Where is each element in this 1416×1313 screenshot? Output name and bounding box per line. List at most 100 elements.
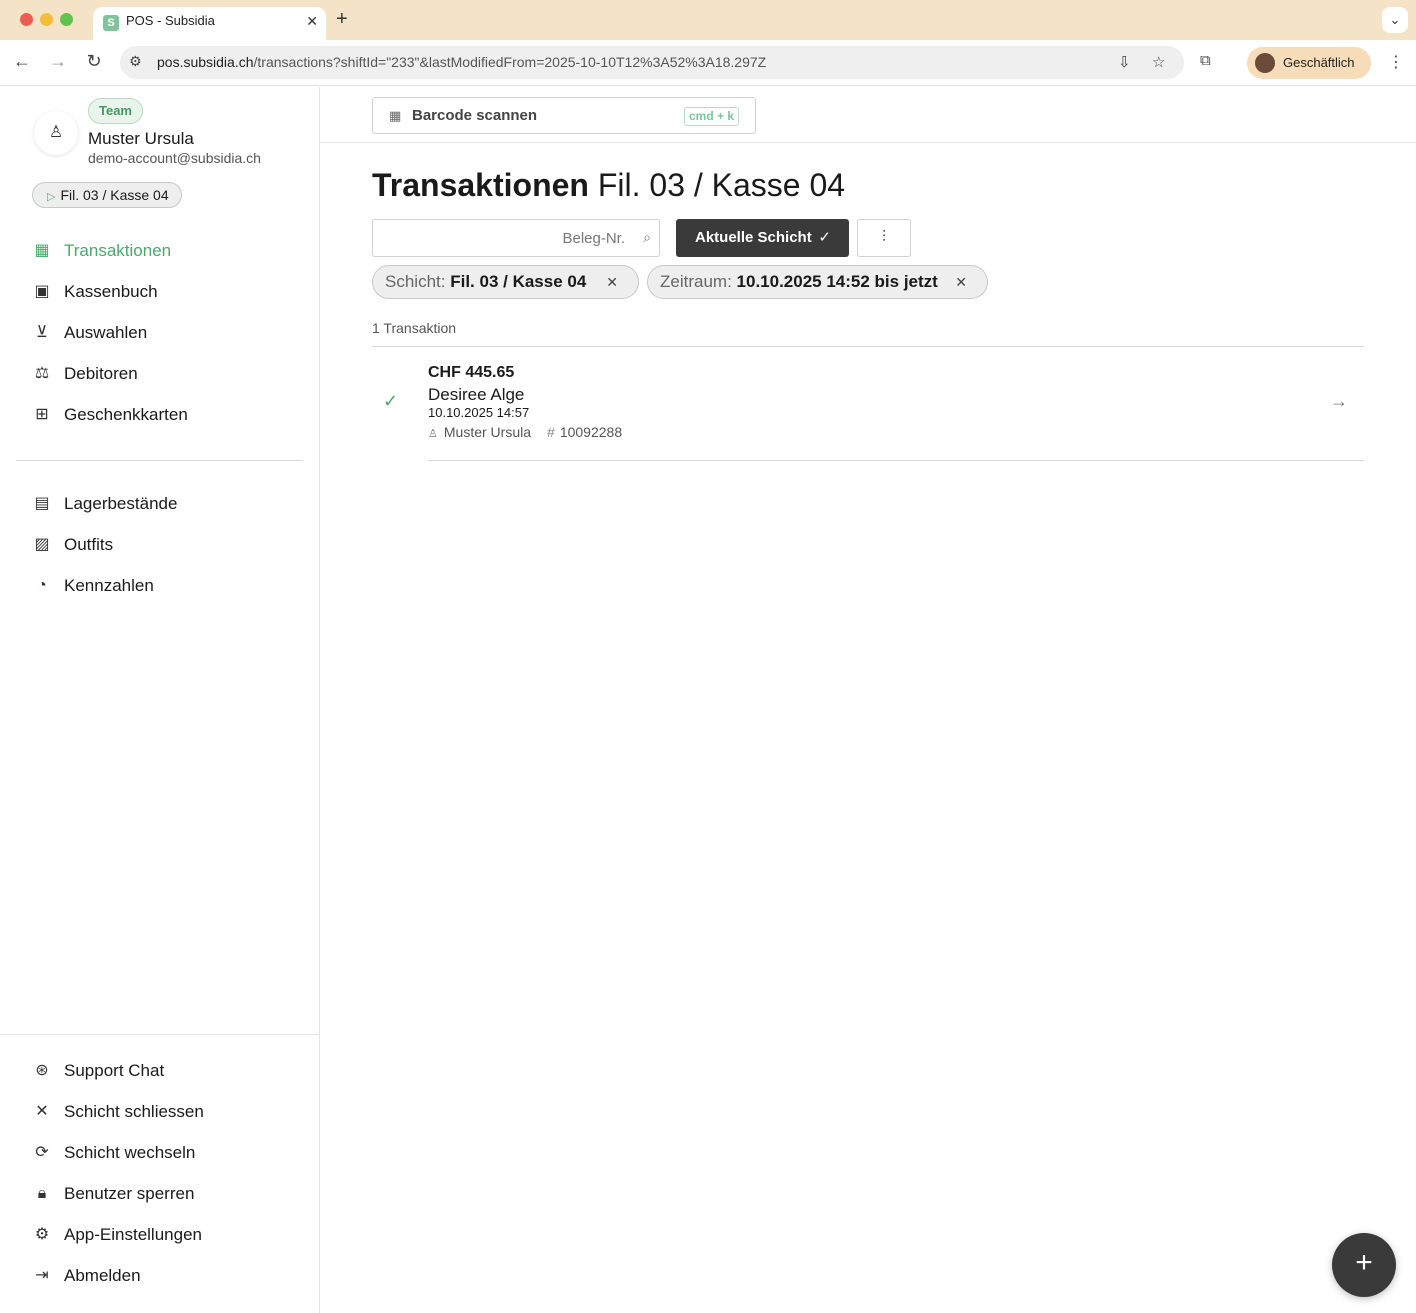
chip-key: Schicht: <box>385 272 446 291</box>
close-icon: ✕ <box>35 1103 49 1120</box>
minimize-window-button[interactable] <box>40 13 53 26</box>
refresh-icon: ⟳ <box>35 1144 49 1161</box>
filter-chip-shift: Schicht: Fil. 03 / Kasse 04 ✕ <box>372 265 639 299</box>
transaction-meta: ♙ Muster Ursula #10092288 <box>428 424 622 440</box>
sidebar-bottom-divider <box>0 1034 320 1035</box>
sidebar-item-label: Support Chat <box>64 1061 165 1080</box>
sidebar-item-kassenbuch[interactable]: ▣ Kassenbuch <box>0 273 320 314</box>
sidebar-item-label: Kassenbuch <box>64 282 158 301</box>
chip-key: Zeitraum: <box>660 272 732 291</box>
sidebar-item-label: Abmelden <box>64 1266 141 1285</box>
transaction-datetime: 10.10.2025 14:57 <box>428 405 530 420</box>
arrow-right-icon: → <box>1330 391 1348 411</box>
transaction-customer: Desiree Alge <box>428 385 525 404</box>
page-title: Transaktionen Fil. 03 / Kasse 04 <box>372 167 845 204</box>
browser-tab[interactable]: S POS - Subsidia ✕ <box>93 7 326 40</box>
sidebar-item-debitoren[interactable]: ⚖ Debitoren <box>0 355 320 396</box>
sidebar-item-kennzahlen[interactable]: ◔ Kennzahlen <box>0 567 320 608</box>
sidebar-item-benutzer-sperren[interactable]: 🔒︎ Benutzer sperren <box>0 1175 320 1216</box>
sidebar-item-geschenkkarten[interactable]: ⊞ Geschenkkarten <box>0 396 320 437</box>
sidebar-item-label: Lagerbestände <box>64 494 178 513</box>
row-divider <box>428 460 1364 461</box>
check-icon: ✓ <box>818 229 831 246</box>
forward-arrow-icon[interactable]: → <box>47 51 69 72</box>
completed-check-icon: ✓ <box>383 391 399 411</box>
tab-close-icon[interactable]: ✕ <box>306 13 318 30</box>
filter-settings-button[interactable]: ⫶ <box>857 219 911 257</box>
qr-code-icon: ▦ <box>389 108 402 123</box>
subsidia-favicon-icon: S <box>103 15 119 31</box>
user-icon: ♙ <box>48 124 64 141</box>
user-name: Muster Ursula <box>88 129 194 148</box>
lock-icon: 🔒︎ <box>37 1185 47 1202</box>
sidebar-item-label: Geschenkkarten <box>64 405 188 424</box>
extensions-icon[interactable]: ⧉ <box>1200 52 1211 69</box>
page-title-shift: Fil. 03 / Kasse 04 <box>597 167 846 203</box>
remove-filter-icon[interactable]: ✕ <box>955 266 967 298</box>
profile-button[interactable]: Geschäftlich <box>1247 47 1371 79</box>
back-arrow-icon[interactable]: ← <box>11 51 33 72</box>
browser-menu-icon[interactable]: ⋮ <box>1388 52 1404 72</box>
maximize-window-button[interactable] <box>60 13 73 26</box>
sidebar-item-label: App-Einstellungen <box>64 1225 202 1244</box>
address-bar[interactable]: ⚙ pos.subsidia.ch/transactions?shiftId="… <box>120 46 1184 79</box>
sliders-icon: ⫶ <box>881 229 886 246</box>
close-window-button[interactable] <box>20 13 33 26</box>
sidebar-item-label: Kennzahlen <box>64 576 154 595</box>
profile-label: Geschäftlich <box>1283 55 1355 70</box>
active-shift-label: Fil. 03 / Kasse 04 <box>60 187 169 203</box>
sidebar-item-transaktionen[interactable]: ▦ Transaktionen <box>0 232 320 273</box>
team-badge: Team <box>88 98 143 124</box>
chip-value: Fil. 03 / Kasse 04 <box>450 272 587 291</box>
reload-icon[interactable]: ↻ <box>83 51 105 72</box>
bottom-nav: ⊛ Support Chat ✕ Schicht schliessen ⟳ Sc… <box>0 1052 320 1298</box>
url-path: /transactions?shiftId="233"&lastModified… <box>253 54 767 70</box>
search-icon: ⌕ <box>643 229 651 245</box>
sidebar-item-outfits[interactable]: ▨ Outfits <box>0 526 320 567</box>
scale-icon: ⚖ <box>34 365 50 382</box>
gear-icon: ⚙ <box>34 1226 50 1243</box>
bookmark-star-icon[interactable]: ☆ <box>1152 53 1165 71</box>
new-tab-icon[interactable]: + <box>336 8 348 31</box>
barcode-scan-label: Barcode scannen <box>412 107 538 124</box>
sidebar-item-schicht-schliessen[interactable]: ✕ Schicht schliessen <box>0 1093 320 1134</box>
remove-filter-icon[interactable]: ✕ <box>606 266 618 298</box>
sidebar: ♙ Team Muster Ursula demo-account@subsid… <box>0 87 320 1313</box>
profile-avatar <box>1255 53 1275 73</box>
install-app-icon[interactable]: ⇩ <box>1118 53 1131 71</box>
sidebar-item-app-einstellungen[interactable]: ⚙ App-Einstellungen <box>0 1216 320 1257</box>
transaction-count: 1 Transaktion <box>372 320 457 336</box>
transaction-row[interactable]: ✓ CHF 445.65 Desiree Alge 10.10.2025 14:… <box>372 347 1364 461</box>
cashier-icon: ♙ <box>428 428 438 440</box>
sidebar-item-schicht-wechseln[interactable]: ⟳ Schicht wechseln <box>0 1134 320 1175</box>
receipt-search-input[interactable] <box>373 220 629 256</box>
user-avatar[interactable]: ♙ <box>34 111 78 155</box>
filter-chip-period: Zeitraum: 10.10.2025 14:52 bis jetzt ✕ <box>647 265 988 299</box>
sidebar-item-label: Outfits <box>64 535 114 554</box>
sidebar-item-auswahlen[interactable]: ⊻ Auswahlen <box>0 314 320 355</box>
sidebar-item-support-chat[interactable]: ⊛ Support Chat <box>0 1052 320 1093</box>
page-title-main: Transaktionen <box>372 167 589 203</box>
sidebar-item-label: Debitoren <box>64 364 138 383</box>
secondary-nav: ▤ Lagerbestände ▨ Outfits ◔ Kennzahlen <box>0 485 320 608</box>
plus-icon: + <box>1355 1246 1373 1279</box>
current-shift-button[interactable]: Aktuelle Schicht ✓ <box>676 219 849 257</box>
sidebar-item-abmelden[interactable]: ⇥ Abmelden <box>0 1257 320 1298</box>
chip-value: 10.10.2025 14:52 bis jetzt <box>736 272 938 291</box>
browser-tabbar: S POS - Subsidia ✕ + ⌄ <box>0 0 1416 40</box>
active-shift-pill[interactable]: ▷ Fil. 03 / Kasse 04 <box>32 182 182 208</box>
current-shift-label: Aktuelle Schicht <box>695 229 812 246</box>
user-email: demo-account@subsidia.ch <box>88 150 261 166</box>
image-icon: ▨ <box>34 536 50 553</box>
browser-toolbar: ← → ↻ ⚙ pos.subsidia.ch/transactions?shi… <box>0 40 1416 86</box>
transaction-amount: CHF 445.65 <box>428 364 515 381</box>
site-info-icon[interactable]: ⚙ <box>129 53 142 70</box>
clipboard-icon: ▤ <box>34 495 50 512</box>
receipt-search: ⌕ <box>372 219 660 257</box>
tab-search-chevron-icon[interactable]: ⌄ <box>1382 7 1408 33</box>
barcode-scan-button[interactable]: ▦ Barcode scannen cmd + k <box>372 97 756 134</box>
url-text[interactable]: pos.subsidia.ch/transactions?shiftId="23… <box>157 54 766 70</box>
sidebar-item-label: Auswahlen <box>64 323 148 342</box>
sidebar-item-lagerbestaende[interactable]: ▤ Lagerbestände <box>0 485 320 526</box>
new-transaction-button[interactable]: + <box>1332 1233 1396 1297</box>
